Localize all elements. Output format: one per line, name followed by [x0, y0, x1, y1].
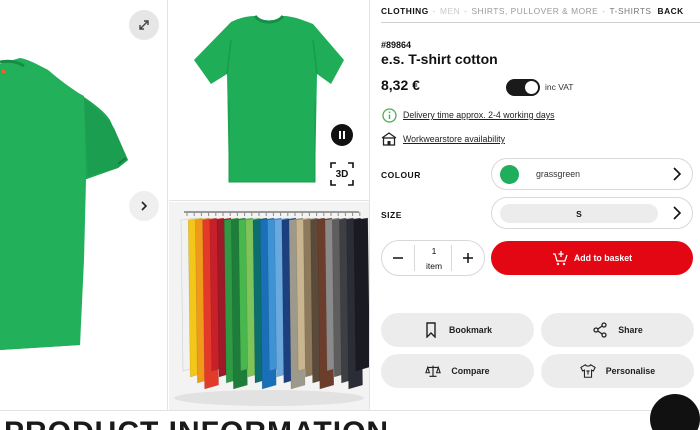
- breadcrumb-separator: -: [464, 6, 468, 16]
- bookmark-icon: [426, 322, 436, 338]
- product-panel: CLOTHING - MEN - SHIRTS, PULLOVER & MORE - T-S…: [381, 0, 700, 410]
- vat-toggle-knob: [525, 81, 538, 94]
- plus-icon: [463, 253, 473, 263]
- add-to-basket-button[interactable]: Add to basket: [491, 241, 693, 275]
- colour-label: COLOUR: [381, 170, 421, 180]
- breadcrumb-underline: [381, 22, 700, 23]
- delivery-time-link[interactable]: Delivery time approx. 2-4 working days: [403, 110, 555, 120]
- breadcrumb-separator: -: [432, 6, 437, 16]
- personalise-label: Personalise: [605, 366, 656, 376]
- add-to-basket-label: Add to basket: [573, 253, 633, 263]
- section-divider: [0, 410, 700, 411]
- basket-icon: [552, 251, 568, 266]
- share-label: Share: [618, 325, 643, 335]
- share-button[interactable]: Share: [541, 313, 694, 347]
- increase-quantity-button[interactable]: [457, 247, 479, 269]
- store-icon: [381, 131, 397, 147]
- expand-image-button[interactable]: [129, 10, 159, 40]
- product-price: 8,32 €: [381, 77, 420, 93]
- store-availability: Workwearstore availability: [381, 131, 505, 147]
- decrease-quantity-button[interactable]: [387, 247, 409, 269]
- compare-icon: [425, 365, 442, 377]
- pause-button[interactable]: [331, 124, 353, 146]
- product-information-heading: PRODUCT INFORMATION: [4, 418, 389, 430]
- breadcrumb: CLOTHING - MEN - SHIRTS, PULLOVER & MORE - T-S…: [381, 6, 700, 20]
- pause-icon: [339, 131, 345, 139]
- quantity-divider: [451, 245, 452, 271]
- info-icon: [381, 107, 397, 123]
- bookmark-label: Bookmark: [448, 325, 493, 335]
- breadcrumb-shirts[interactable]: SHIRTS, PULLOVER & MORE: [471, 6, 598, 16]
- minus-icon: [393, 257, 403, 259]
- expand-icon: [139, 20, 149, 30]
- compare-button[interactable]: Compare: [381, 354, 534, 388]
- delivery-info: Delivery time approx. 2-4 working days: [381, 107, 555, 123]
- breadcrumb-separator: -: [602, 6, 606, 16]
- 3d-label: 3D: [335, 168, 349, 180]
- product-title: e.s. T-shirt cotton: [381, 51, 498, 67]
- quantity-value[interactable]: 1: [415, 246, 453, 256]
- personalise-button[interactable]: Personalise: [541, 354, 694, 388]
- colour-value: grassgreen: [536, 169, 581, 179]
- bookmark-button[interactable]: Bookmark: [381, 313, 534, 347]
- size-value: S: [500, 204, 658, 223]
- product-gallery: 3D: [0, 0, 370, 410]
- colour-selector[interactable]: grassgreen: [491, 158, 693, 190]
- personalise-icon: [579, 364, 596, 378]
- vat-toggle[interactable]: [506, 79, 540, 96]
- breadcrumb-tshirts[interactable]: T-SHIRTS: [610, 6, 652, 16]
- tshirt-rack-image: [169, 202, 370, 410]
- product-sku: #89864: [381, 40, 412, 50]
- next-image-button[interactable]: [129, 191, 159, 221]
- store-availability-link[interactable]: Workwearstore availability: [403, 134, 505, 144]
- breadcrumb-men[interactable]: MEN: [440, 6, 460, 16]
- gallery-divider: [369, 0, 370, 410]
- vat-label: inc VAT: [545, 82, 574, 92]
- chevron-right-icon: [673, 206, 682, 220]
- share-icon: [593, 322, 607, 338]
- breadcrumb-back[interactable]: BACK: [658, 6, 684, 16]
- compare-label: Compare: [451, 366, 490, 376]
- hanging-tshirt: [353, 217, 370, 372]
- thumbnail-colour-range[interactable]: [169, 202, 370, 410]
- 3d-view-button[interactable]: 3D: [330, 162, 354, 186]
- chevron-right-icon: [673, 167, 682, 181]
- quantity-unit: item: [425, 261, 443, 271]
- quantity-stepper: 1 item: [381, 240, 485, 276]
- colour-swatch: [500, 165, 519, 184]
- size-label: SIZE: [381, 210, 402, 220]
- breadcrumb-clothing[interactable]: CLOTHING: [381, 6, 429, 16]
- size-selector[interactable]: S: [491, 197, 693, 229]
- arrow-right-icon: [141, 201, 148, 211]
